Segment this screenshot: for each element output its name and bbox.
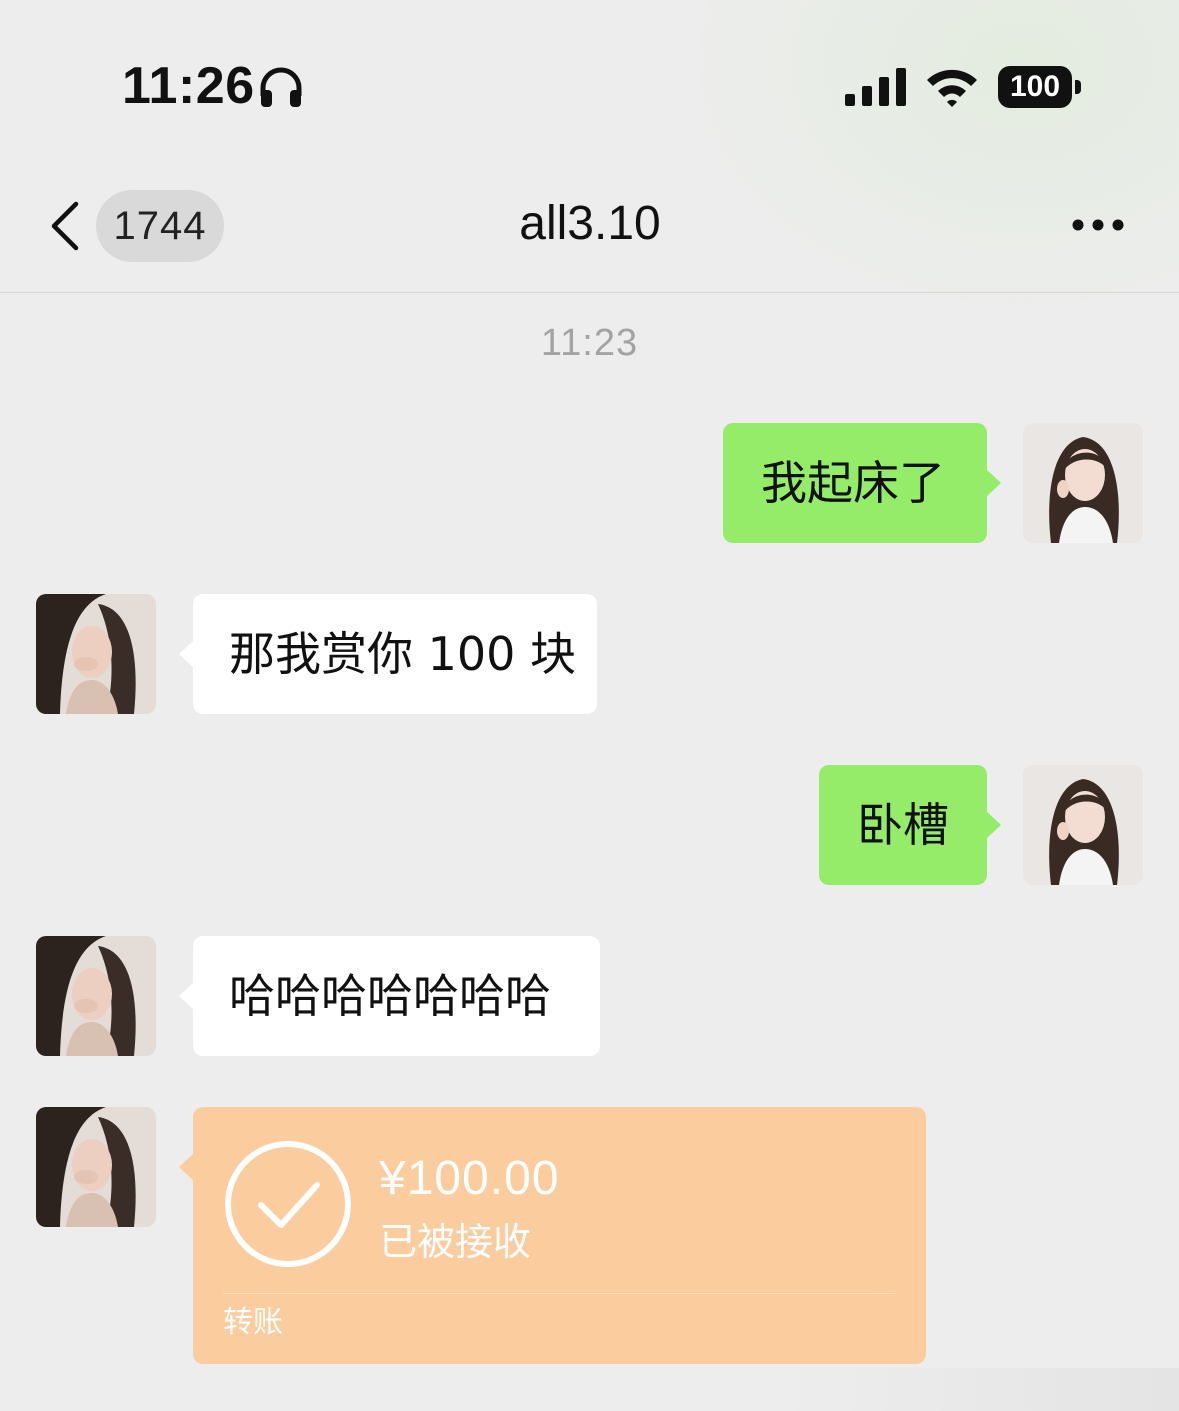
more-icon	[1072, 219, 1124, 231]
signal-icon	[845, 68, 906, 106]
bottom-edge-shade	[780, 1368, 1179, 1411]
nav-bar: 1744 all3.10	[0, 160, 1179, 293]
back-button[interactable]: 1744	[40, 186, 230, 266]
avatar-contact-image	[36, 936, 156, 1056]
battery-tip	[1075, 80, 1081, 94]
avatar-self[interactable]	[1023, 423, 1143, 543]
avatar-contact[interactable]	[36, 594, 156, 714]
transfer-amount: ¥100.00	[379, 1152, 560, 1205]
message-bubble-sent[interactable]: 卧槽	[819, 765, 1001, 885]
message-bubble-received[interactable]: 哈哈哈哈哈哈哈	[179, 936, 600, 1056]
message-text: 那我赏你 100 块	[229, 627, 577, 681]
transfer-label: 转账	[223, 1305, 283, 1340]
battery-level: 100	[998, 66, 1072, 108]
battery-icon: 100	[998, 66, 1082, 108]
transfer-card[interactable]: ¥100.00 已被接收 转账	[179, 1107, 926, 1364]
status-bar: 11:26 100	[0, 0, 1179, 160]
avatar-self-image	[1023, 765, 1143, 885]
message-timestamp: 11:23	[540, 322, 639, 364]
status-time: 11:26	[122, 57, 255, 115]
message-bubble-sent[interactable]: 我起床了	[723, 423, 1001, 543]
wifi-icon	[927, 69, 977, 107]
avatar-contact[interactable]	[36, 936, 156, 1056]
avatar-contact-image	[36, 594, 156, 714]
unread-count-badge: 1744	[96, 190, 224, 262]
check-circle-icon	[225, 1141, 351, 1267]
avatar-self-image	[1023, 423, 1143, 543]
message-bubble-received[interactable]: 那我赏你 100 块	[179, 594, 597, 714]
message-text: 我起床了	[761, 456, 945, 510]
avatar-contact[interactable]	[36, 1107, 156, 1227]
chevron-left-icon	[51, 201, 79, 251]
headphones-icon	[260, 67, 302, 107]
message-text: 哈哈哈哈哈哈哈	[229, 969, 551, 1023]
more-button[interactable]	[1060, 196, 1140, 256]
avatar-self[interactable]	[1023, 765, 1143, 885]
chat-screen: 11:26 100 1744 all3.10 11:23 我起床了 那我赏你 1…	[0, 0, 1179, 1411]
transfer-divider	[223, 1293, 896, 1294]
chat-title: all3.10	[519, 197, 661, 250]
transfer-status: 已被接收	[379, 1220, 532, 1264]
message-text: 卧槽	[857, 798, 949, 852]
avatar-contact-image	[36, 1107, 156, 1227]
